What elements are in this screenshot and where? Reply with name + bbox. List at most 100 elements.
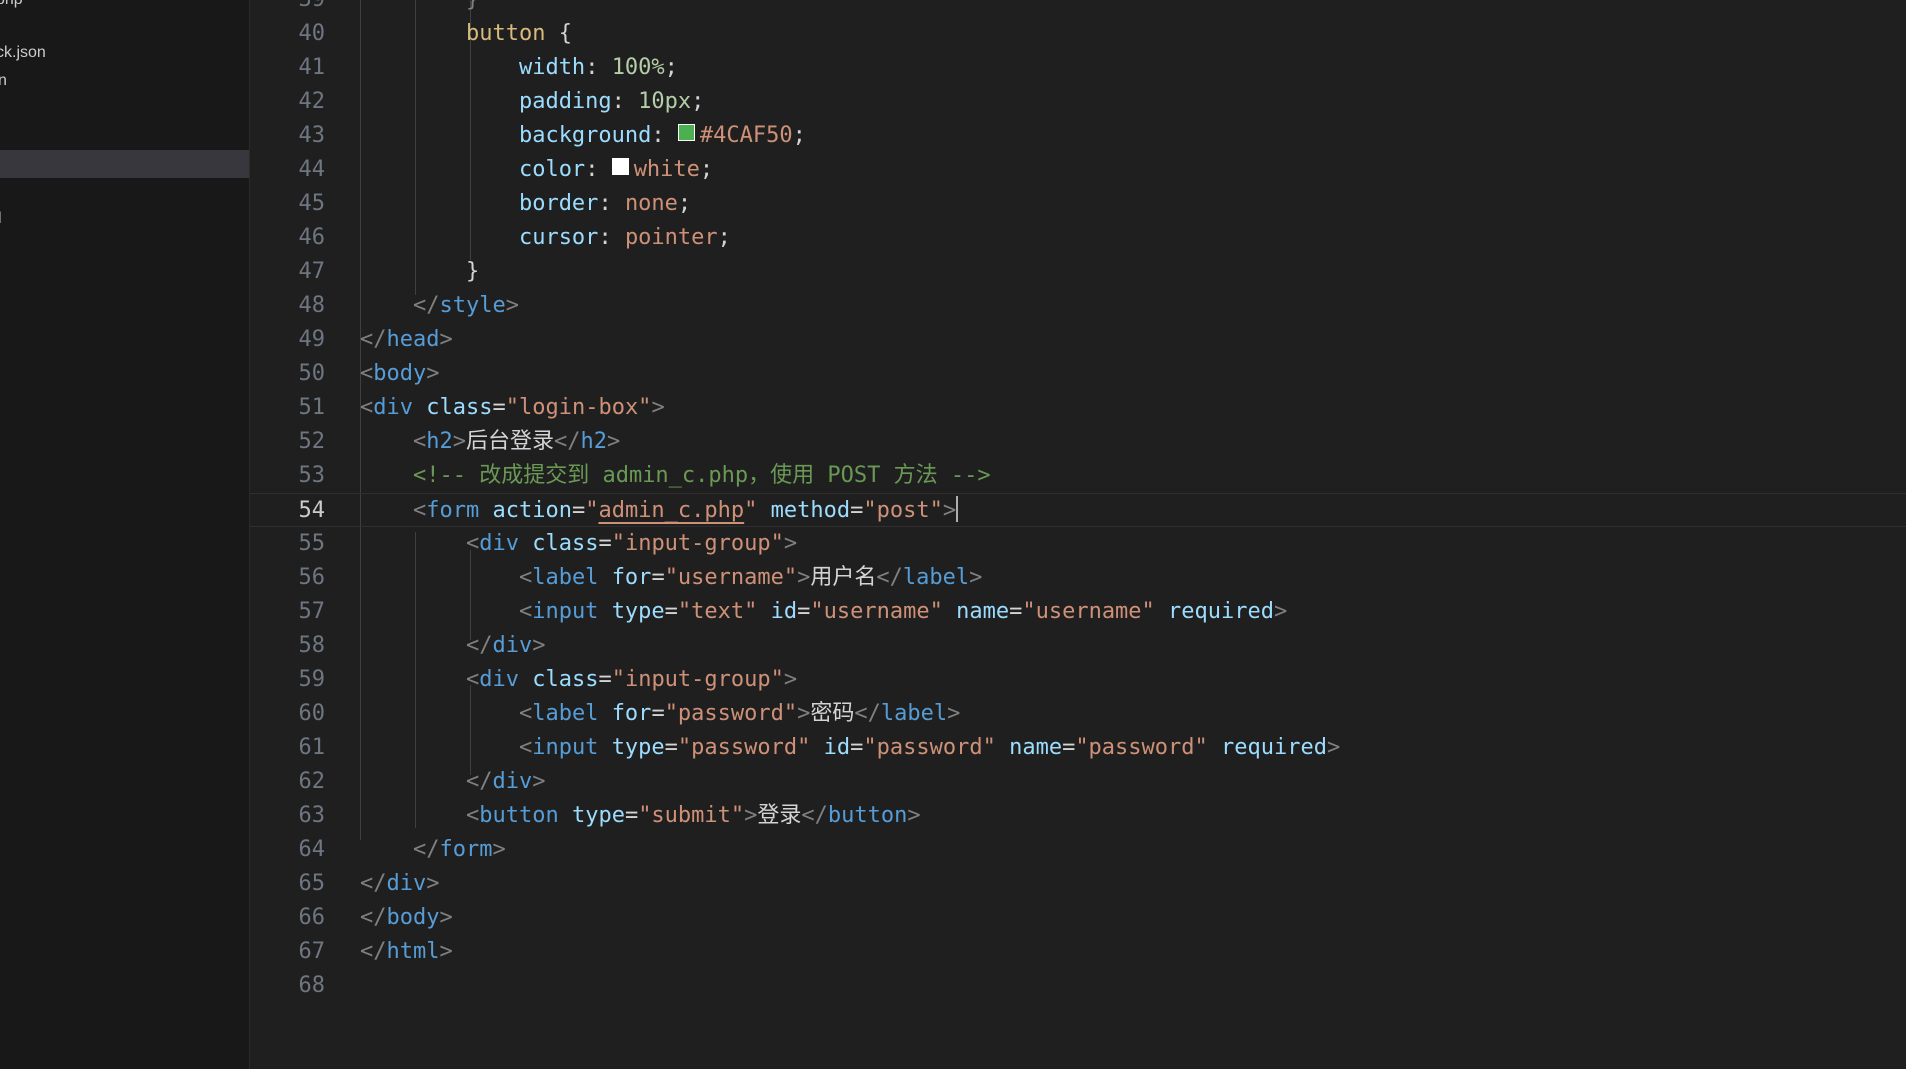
sidebar-file-item[interactable]: php — [0, 0, 249, 14]
code-line[interactable]: 42 padding: 10px; — [250, 85, 1906, 119]
code-editor[interactable]: 39 }40 button {41 width: 100%;42 padding… — [250, 0, 1906, 1069]
code-token: "input-group" — [611, 531, 784, 556]
code-line[interactable]: 55 <div class="input-group"> — [250, 527, 1906, 561]
code-token: label — [902, 565, 970, 590]
code-line[interactable]: 63 <button type="submit">登录</button> — [250, 799, 1906, 833]
code-token: " — [744, 498, 758, 523]
sidebar-file-item[interactable] — [0, 150, 249, 178]
code-token: : — [611, 89, 639, 114]
code-token: pointer — [624, 225, 718, 250]
code-token: class — [532, 531, 599, 556]
code-line[interactable]: 47 } — [250, 255, 1906, 289]
sidebar-file-item[interactable]: l — [0, 205, 249, 233]
code-line[interactable]: 49 </head> — [250, 323, 1906, 357]
line-number: 58 — [298, 633, 326, 658]
code-line[interactable]: 50 <body> — [250, 357, 1906, 391]
code-token: "username" — [664, 565, 798, 590]
code-line[interactable]: 61 <input type="password" id="password" … — [250, 731, 1906, 765]
code-text: </div> — [360, 629, 546, 663]
sidebar-file-label: l — [0, 205, 2, 233]
code-token: > — [452, 429, 466, 454]
code-line[interactable]: 40 button { — [250, 17, 1906, 51]
code-token: : — [651, 123, 678, 148]
line-number: 42 — [298, 89, 326, 114]
code-token: </ — [465, 769, 493, 794]
code-line[interactable]: 64 </form> — [250, 833, 1906, 867]
code-line[interactable]: 62 </div> — [250, 765, 1906, 799]
code-line[interactable]: 59 <div class="input-group"> — [250, 663, 1906, 697]
code-token: </ — [854, 701, 881, 726]
line-number: 49 — [298, 327, 326, 352]
code-line[interactable]: 65 </div> — [250, 867, 1906, 901]
code-text: button { — [360, 17, 572, 51]
color-swatch-icon[interactable] — [677, 124, 695, 141]
code-token: : — [585, 157, 612, 182]
code-token: none — [624, 191, 678, 216]
sidebar-file-item[interactable]: n — [0, 67, 249, 95]
line-number: 39 — [250, 0, 326, 17]
line-number: 50 — [298, 361, 326, 386]
code-line[interactable]: 58 </div> — [250, 629, 1906, 663]
code-token: "password" — [1075, 735, 1208, 760]
code-token: > — [1326, 735, 1341, 760]
code-line[interactable]: 56 <label for="username">用户名</label> — [250, 561, 1906, 595]
code-line[interactable]: 41 width: 100%; — [250, 51, 1906, 85]
code-token: input — [532, 599, 599, 624]
code-text: </body> — [360, 901, 453, 935]
code-token: for — [611, 701, 652, 726]
code-line[interactable]: 68 — [250, 969, 1906, 1003]
code-token: "login-box" — [505, 395, 652, 420]
code-token: style — [439, 293, 506, 318]
code-token: > — [439, 327, 453, 352]
code-token: </ — [360, 939, 387, 964]
code-text: cursor: pointer; — [360, 221, 731, 255]
code-token: > — [651, 395, 665, 420]
code-token: body — [386, 905, 440, 930]
code-token: > — [426, 871, 440, 896]
code-line[interactable]: 57 <input type="text" id="username" name… — [250, 595, 1906, 629]
line-number: 43 — [298, 123, 326, 148]
code-line[interactable]: 46 cursor: pointer; — [250, 221, 1906, 255]
code-token: width — [518, 55, 586, 80]
sidebar-file-item[interactable]: ck.json — [0, 39, 249, 67]
code-token: > — [1274, 599, 1288, 624]
color-swatch-icon[interactable] — [611, 158, 629, 175]
code-token: admin_c.php — [598, 498, 745, 523]
code-line[interactable]: 45 border: none; — [250, 187, 1906, 221]
code-token: </ — [801, 803, 828, 828]
code-line[interactable]: 43 background: #4CAF50; — [250, 119, 1906, 153]
code-text: <label for="password">密码</label> — [360, 697, 960, 731]
code-token: name — [1009, 735, 1063, 760]
code-line[interactable]: 39 } — [250, 0, 1906, 17]
code-line[interactable]: 66 </body> — [250, 901, 1906, 935]
code-line[interactable]: 53 <!-- 改成提交到 admin_c.php，使用 POST 方法 --> — [250, 459, 1906, 493]
code-token: ; — [677, 191, 692, 216]
code-line[interactable]: 51 <div class="login-box"> — [250, 391, 1906, 425]
code-token: type — [611, 599, 665, 624]
line-number: 63 — [298, 803, 326, 828]
code-line[interactable]: 67 </html> — [250, 935, 1906, 969]
code-token: : — [598, 191, 625, 216]
code-token: > — [505, 293, 519, 318]
code-token: form — [439, 837, 493, 862]
code-line[interactable]: 54 <form action="admin_c.php" method="po… — [250, 493, 1906, 527]
code-line[interactable]: 44 color: white; — [250, 153, 1906, 187]
code-text: </div> — [360, 765, 546, 799]
code-line[interactable]: 52 <h2>后台登录</h2> — [250, 425, 1906, 459]
code-line[interactable]: 60 <label for="password">密码</label> — [250, 697, 1906, 731]
code-token: div — [492, 769, 533, 794]
code-line[interactable]: 48 </style> — [250, 289, 1906, 323]
code-token: : — [585, 55, 612, 80]
code-text: </head> — [360, 323, 453, 357]
text-cursor — [956, 496, 959, 522]
